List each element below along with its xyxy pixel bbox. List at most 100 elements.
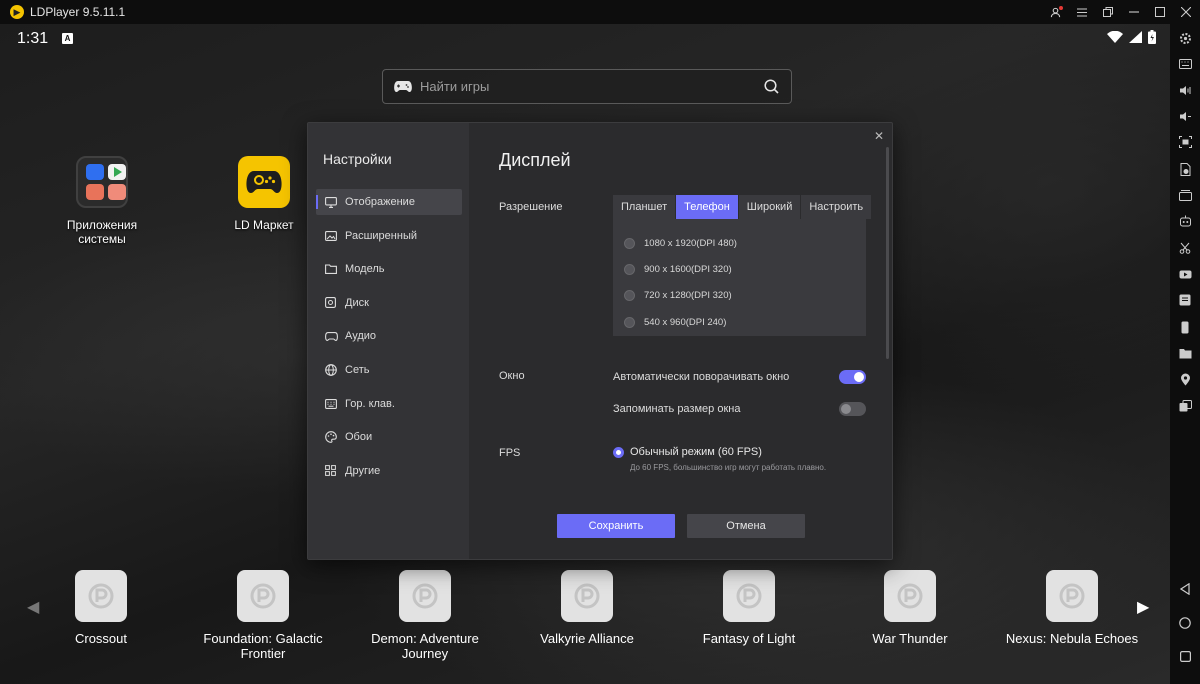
nav-item-audio[interactable]: Аудио — [316, 323, 462, 349]
nav-item-model[interactable]: Модель — [316, 256, 462, 282]
restore-window-icon[interactable] — [1101, 6, 1114, 19]
nav-item-label: Отображение — [345, 196, 415, 208]
nav-item-label: Модель — [345, 263, 385, 276]
home-icon[interactable] — [1177, 615, 1193, 631]
nav-item-wallpaper[interactable]: Обои — [316, 424, 462, 450]
nav-item-label: Расширенный — [345, 229, 417, 242]
settings-sidebar: Настройки Отображение Расширенный Модель… — [308, 123, 469, 559]
nav-item-disk[interactable]: Диск — [316, 290, 462, 316]
radio-button[interactable] — [624, 316, 635, 328]
resolution-option[interactable]: 540 x 960(DPI 240) — [613, 309, 866, 335]
keyboard-icon[interactable] — [1177, 56, 1193, 72]
nav-item-network[interactable]: Сеть — [316, 357, 462, 383]
android-status-bar: 1:31 A — [0, 24, 1170, 54]
search-icon[interactable] — [764, 79, 779, 94]
tab-custom[interactable]: Настроить — [801, 195, 872, 219]
tab-wide[interactable]: Широкий — [738, 195, 802, 219]
grid-icon — [325, 465, 345, 477]
account-icon[interactable] — [1049, 5, 1063, 19]
volume-up-icon[interactable] — [1177, 82, 1193, 98]
fps-option[interactable]: Обычный режим (60 FPS) — [613, 446, 762, 458]
app-placeholder-icon — [237, 570, 289, 622]
resolution-option-label: 540 x 960(DPI 240) — [644, 316, 727, 328]
folder-icon — [325, 264, 345, 275]
radio-button[interactable] — [624, 237, 635, 249]
minimize-icon[interactable] — [1127, 6, 1140, 19]
operation-record-icon[interactable] — [1177, 292, 1193, 308]
tab-tablet[interactable]: Планшет — [613, 195, 677, 219]
dock-app[interactable]: Foundation: Galactic Frontier — [193, 570, 333, 661]
volume-down-icon[interactable] — [1177, 108, 1193, 124]
remember-size-row: Запоминать размер окна — [613, 402, 866, 416]
gamepad-icon — [394, 81, 412, 92]
dock-app[interactable]: War Thunder — [840, 570, 980, 646]
record-video-icon[interactable] — [1177, 266, 1193, 282]
tab-phone[interactable]: Телефон — [676, 195, 739, 219]
nav-item-display[interactable]: Отображение — [316, 189, 462, 215]
radio-button-selected[interactable] — [613, 446, 624, 458]
ld-market-icon — [238, 156, 290, 208]
section-heading: Дисплей — [499, 150, 571, 170]
resolution-option-label: 720 x 1280(DPI 320) — [644, 290, 732, 302]
dock-app[interactable]: Nexus: Nebula Echoes — [1002, 570, 1142, 646]
title-bar: ▶ LDPlayer 9.5.11.1 — [0, 0, 1200, 24]
gamepad-icon — [325, 331, 345, 341]
radio-button[interactable] — [624, 290, 635, 302]
scissors-icon[interactable] — [1177, 240, 1193, 256]
back-icon[interactable] — [1177, 581, 1193, 597]
auto-rotate-label: Автоматически поворачивать окно — [613, 371, 790, 383]
status-clock: 1:31 — [17, 30, 49, 47]
screenshot-icon[interactable] — [1177, 134, 1193, 150]
robot-icon[interactable] — [1177, 213, 1193, 229]
sync-operation-icon[interactable] — [1177, 398, 1193, 414]
nav-item-hotkeys[interactable]: Гор. клав. — [316, 391, 462, 417]
resolution-label: Разрешение — [499, 201, 563, 213]
remember-size-toggle[interactable] — [839, 402, 866, 416]
search-bar[interactable]: Найти игры — [382, 69, 792, 104]
dock-app[interactable]: Demon: Adventure Journey — [355, 570, 495, 661]
app-placeholder-icon — [884, 570, 936, 622]
cancel-button[interactable]: Отмена — [687, 514, 805, 538]
shared-folder-icon[interactable] — [1177, 345, 1193, 361]
location-icon[interactable] — [1177, 371, 1193, 387]
resolution-option[interactable]: 900 x 1600(DPI 320) — [613, 256, 866, 282]
save-button[interactable]: Сохранить — [557, 514, 675, 538]
globe-icon — [325, 364, 345, 376]
dock-app[interactable]: Crossout — [31, 570, 171, 646]
app-placeholder-icon — [399, 570, 451, 622]
maximize-icon[interactable] — [1153, 6, 1166, 19]
desktop-app-ld-market[interactable]: LD Маркет — [204, 156, 324, 232]
close-icon[interactable] — [1179, 6, 1192, 19]
recent-apps-icon[interactable] — [1177, 648, 1193, 664]
radio-button[interactable] — [624, 263, 635, 275]
resolution-option[interactable]: 1080 x 1920(DPI 480) — [613, 230, 866, 256]
fps-hint: До 60 FPS, большинство игр могут работат… — [630, 463, 827, 472]
dock-app[interactable]: Fantasy of Light — [679, 570, 819, 646]
dock-app-label: Demon: Adventure Journey — [371, 631, 479, 661]
auto-rotate-toggle[interactable] — [839, 370, 866, 384]
resolution-option-label: 900 x 1600(DPI 320) — [644, 263, 732, 275]
dock-app-label: War Thunder — [872, 631, 948, 646]
dialog-close-icon[interactable]: ✕ — [872, 129, 886, 143]
resolution-option[interactable]: 720 x 1280(DPI 320) — [613, 283, 866, 309]
dock-app-label: Valkyrie Alliance — [540, 631, 634, 646]
menu-icon[interactable] — [1075, 6, 1088, 19]
fps-label: FPS — [499, 447, 521, 459]
settings-dialog: Настройки Отображение Расширенный Модель… — [307, 122, 893, 560]
dock-app[interactable]: Valkyrie Alliance — [517, 570, 657, 646]
desktop-app-label: LD Маркет — [234, 218, 294, 232]
shake-phone-icon[interactable] — [1177, 319, 1193, 335]
settings-gear-icon[interactable] — [1177, 30, 1193, 46]
app-placeholder-icon — [75, 570, 127, 622]
multi-window-icon[interactable] — [1177, 187, 1193, 203]
nav-item-label: Обои — [345, 431, 373, 444]
desktop-app-system-apps[interactable]: Приложения системы — [42, 156, 162, 246]
palette-icon — [325, 431, 345, 444]
nav-item-advanced[interactable]: Расширенный — [316, 223, 462, 249]
ldplayer-logo-icon: ▶ — [10, 5, 24, 19]
resolution-list: 1080 x 1920(DPI 480) 900 x 1600(DPI 320)… — [613, 219, 866, 336]
install-apk-icon[interactable] — [1177, 161, 1193, 177]
search-input[interactable]: Найти игры — [420, 79, 764, 94]
settings-scrollbar[interactable] — [886, 147, 889, 359]
nav-item-other[interactable]: Другие — [316, 458, 462, 484]
